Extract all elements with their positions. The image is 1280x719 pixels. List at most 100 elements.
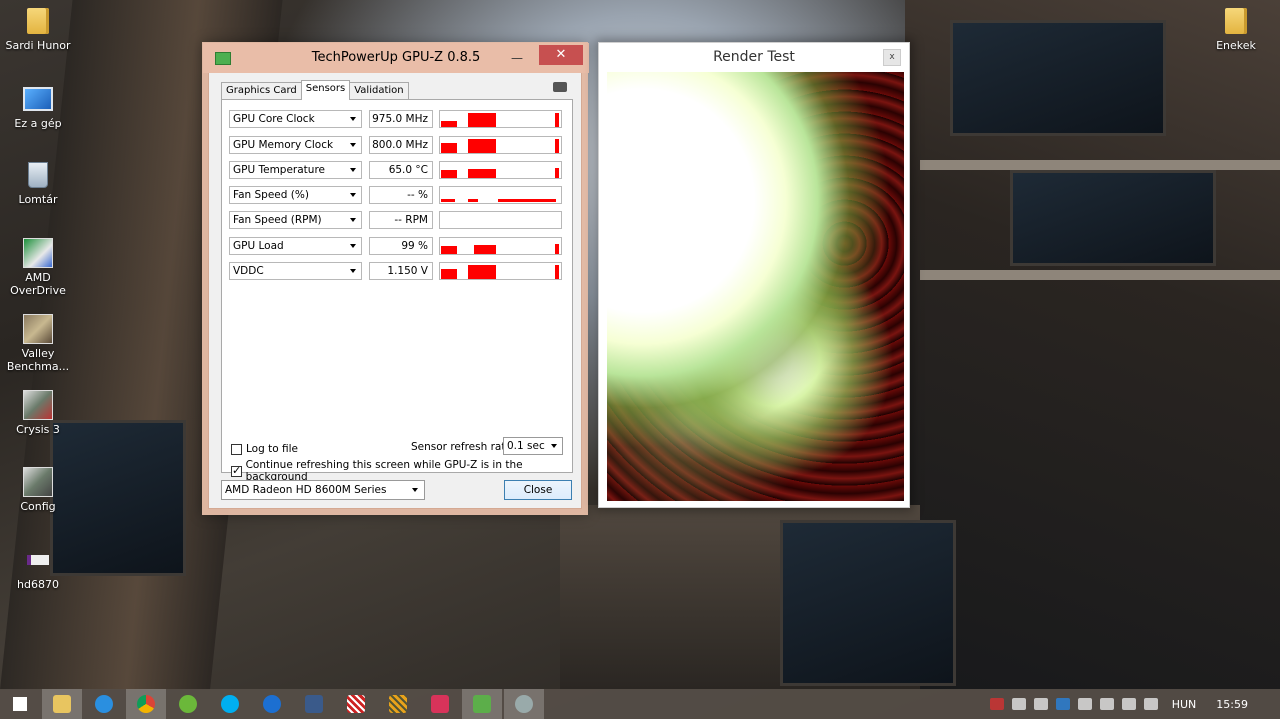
graph-bar xyxy=(441,170,457,178)
sensor-name: Fan Speed (%) xyxy=(233,189,309,201)
battery-icon[interactable] xyxy=(1077,698,1092,710)
desktop-icon-valley-benchmark[interactable]: Valley Benchma... xyxy=(0,314,76,373)
desktop-icon-this-pc[interactable]: Ez a gép xyxy=(0,84,76,130)
sensor-select[interactable]: VDDC xyxy=(229,262,362,280)
background-window xyxy=(950,20,1166,136)
graph-line xyxy=(441,199,455,202)
tab-sensors[interactable]: Sensors xyxy=(300,80,351,100)
sensor-value: 99 % xyxy=(369,237,433,255)
refresh-rate-label: Sensor refresh rate: xyxy=(411,441,516,453)
language-indicator[interactable]: HUN xyxy=(1172,698,1197,711)
wifi-signal-icon[interactable] xyxy=(1099,698,1114,710)
crysis-icon xyxy=(23,390,53,420)
sensor-value: 975.0 MHz xyxy=(369,110,433,128)
continue-refresh-checkbox[interactable] xyxy=(231,464,242,477)
desktop-icon-config[interactable]: Config xyxy=(0,467,76,513)
sensor-graph xyxy=(439,161,562,179)
valley-benchmark-icon xyxy=(23,314,53,344)
file-explorer-icon xyxy=(53,695,71,713)
sensor-name: Fan Speed (RPM) xyxy=(233,214,322,226)
sensor-select[interactable]: GPU Core Clock xyxy=(229,110,362,128)
log-to-file-option[interactable]: Log to file xyxy=(231,443,298,455)
desktop-icon-sardi-hunor[interactable]: Sardi Hunor xyxy=(0,6,76,52)
taskbar-internet-explorer[interactable] xyxy=(84,689,124,719)
sensor-row-gpu-load: GPU Load 99 % xyxy=(229,237,564,255)
start-button[interactable] xyxy=(0,689,40,719)
tab-graphics-card[interactable]: Graphics Card xyxy=(221,82,302,100)
desktop-icon-enekek[interactable]: Enekek xyxy=(1198,6,1274,52)
sensor-graph xyxy=(439,136,562,154)
chevron-down-icon xyxy=(350,218,356,222)
graph-bar xyxy=(441,143,457,153)
taskbar-app-orange[interactable] xyxy=(378,689,418,719)
tray-network-adapter-icon[interactable] xyxy=(1011,698,1026,710)
sensor-select[interactable]: GPU Temperature xyxy=(229,161,362,179)
desktop-icon-label: AMD OverDrive xyxy=(10,271,66,297)
sensor-value: 1.150 V xyxy=(369,262,433,280)
taskbar-utorrent[interactable] xyxy=(168,689,208,719)
graph-bar xyxy=(441,246,457,254)
graph-line xyxy=(498,199,556,202)
taskbar-file-explorer[interactable] xyxy=(42,689,82,719)
graph-bar xyxy=(441,121,457,127)
camera-icon[interactable] xyxy=(553,82,567,92)
taskbar-app-red[interactable] xyxy=(336,689,376,719)
chevron-down-icon xyxy=(350,143,356,147)
render-canvas xyxy=(607,72,904,501)
refresh-rate-select[interactable]: 0.1 sec xyxy=(503,437,563,455)
sensor-graph xyxy=(439,110,562,128)
tray-app-icon[interactable] xyxy=(989,698,1004,710)
sensor-select[interactable]: GPU Load xyxy=(229,237,362,255)
window-close-button[interactable]: ✕ xyxy=(539,45,583,65)
graphics-card-name: AMD Radeon HD 8600M Series xyxy=(225,484,387,496)
flag-icon[interactable] xyxy=(1143,698,1158,710)
graph-line xyxy=(468,199,478,202)
sensor-row-core-clock: GPU Core Clock 975.0 MHz xyxy=(229,110,564,128)
sensor-name: VDDC xyxy=(233,265,264,277)
taskbar-media[interactable] xyxy=(294,689,334,719)
desktop-icon-label: Sardi Hunor xyxy=(5,39,71,52)
desktop-icon-label: Crysis 3 xyxy=(16,423,60,436)
desktop-icon-amd-overdrive[interactable]: AMD OverDrive xyxy=(0,238,76,297)
tab-validation[interactable]: Validation xyxy=(349,82,409,100)
desktop-icon-label: Valley Benchma... xyxy=(6,347,70,373)
sensor-select[interactable]: GPU Memory Clock xyxy=(229,136,362,154)
graph-bar xyxy=(555,113,559,127)
taskbar-chrome[interactable] xyxy=(126,689,166,719)
desktop-icon-hd6870[interactable]: hd6870 xyxy=(0,545,76,591)
render-test-window: Render Test x xyxy=(598,42,910,508)
gpuz-titlebar[interactable]: TechPowerUp GPU-Z 0.8.5 — ✕ xyxy=(203,43,589,73)
media-icon xyxy=(305,695,323,713)
chrome-icon xyxy=(137,695,155,713)
sensor-row-vddc: VDDC 1.150 V xyxy=(229,262,564,280)
sensor-graph xyxy=(439,237,562,255)
taskbar-app-pink[interactable] xyxy=(420,689,460,719)
refresh-rate-value: 0.1 sec xyxy=(507,440,545,452)
volume-icon[interactable] xyxy=(1121,698,1136,710)
taskbar-render[interactable] xyxy=(504,689,544,719)
graph-bar xyxy=(555,139,559,153)
minimize-button[interactable]: — xyxy=(505,49,529,67)
utorrent-icon xyxy=(179,695,197,713)
graphics-card-select[interactable]: AMD Radeon HD 8600M Series xyxy=(221,480,425,500)
sensor-select[interactable]: Fan Speed (RPM) xyxy=(229,211,362,229)
window-title: TechPowerUp GPU-Z 0.8.5 xyxy=(311,50,481,65)
log-to-file-checkbox[interactable] xyxy=(231,443,242,455)
hd6870-icon xyxy=(23,545,53,575)
desktop-icon-crysis-3[interactable]: Crysis 3 xyxy=(0,390,76,436)
render-test-close-button[interactable]: x xyxy=(883,49,901,66)
chevron-down-icon xyxy=(551,444,557,448)
clock[interactable]: 15:59 xyxy=(1216,698,1248,711)
sensor-value: -- RPM xyxy=(369,211,433,229)
desktop-icon-label: Ez a gép xyxy=(14,117,62,130)
desktop-icon-label: Enekek xyxy=(1216,39,1256,52)
desktop-icon-recycle-bin[interactable]: Lomtár xyxy=(0,160,76,206)
sensor-graph xyxy=(439,186,562,204)
bluetooth-icon[interactable] xyxy=(1055,698,1070,710)
sensor-select[interactable]: Fan Speed (%) xyxy=(229,186,362,204)
tray-drive-icon[interactable] xyxy=(1033,698,1048,710)
close-button[interactable]: Close xyxy=(504,480,572,500)
taskbar-skype[interactable] xyxy=(210,689,250,719)
taskbar-flash[interactable] xyxy=(252,689,292,719)
taskbar-gpuz[interactable] xyxy=(462,689,502,719)
